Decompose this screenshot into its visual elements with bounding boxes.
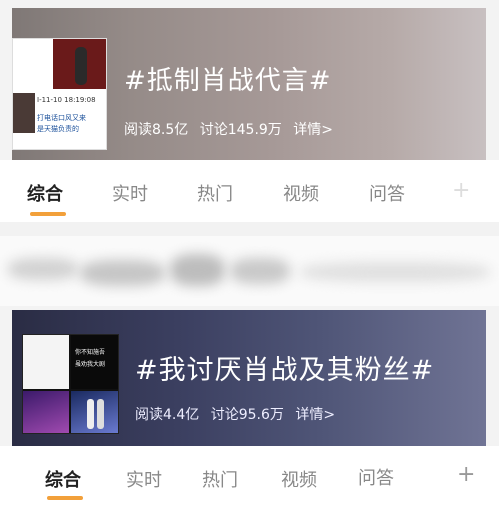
- details-link[interactable]: 详情>: [295, 407, 335, 423]
- tab-hot[interactable]: 热门: [197, 180, 233, 206]
- active-tab-indicator: [30, 212, 66, 216]
- discuss-count: 讨论95.6万: [210, 407, 284, 423]
- tab-video[interactable]: 视频: [281, 466, 317, 492]
- thumbnail-stage-2: [71, 391, 118, 433]
- tab-comprehensive[interactable]: 综合: [45, 466, 81, 492]
- tab-realtime[interactable]: 实时: [112, 180, 148, 206]
- topic-banner-2[interactable]: 你不知施吾 虽劝我大剧 #我讨厌肖战及其粉丝# 阅读4.4亿 讨论95.6万 详…: [12, 310, 486, 446]
- thumbnail-text-1: 你不知施吾: [75, 349, 106, 356]
- thumbnail-text-panel: 你不知施吾 虽劝我大剧: [71, 335, 118, 389]
- thumbnail-timestamp: I-11-10 18:19:08: [37, 96, 96, 104]
- thumbnail-chat: [23, 335, 69, 389]
- redacted-area: [0, 236, 499, 306]
- tab-hot[interactable]: 热门: [202, 466, 238, 492]
- thumbnail-text-1: 打电话口风又来: [37, 114, 86, 122]
- details-link[interactable]: 详情>: [293, 122, 333, 138]
- thumbnail-text-2: 是天猫负责的: [37, 125, 79, 133]
- topic-tabs-2: 综合 实时 热门 视频 问答 +: [0, 446, 499, 517]
- tab-comprehensive[interactable]: 综合: [27, 180, 63, 206]
- add-tab-icon[interactable]: +: [452, 178, 470, 203]
- add-tab-icon[interactable]: +: [457, 462, 475, 487]
- tab-realtime[interactable]: 实时: [126, 466, 162, 492]
- read-count: 阅读4.4亿: [135, 407, 200, 423]
- tab-qa[interactable]: 问答: [369, 180, 405, 206]
- thumbnail-text-2: 虽劝我大剧: [75, 361, 106, 368]
- tab-qa[interactable]: 问答: [358, 464, 394, 490]
- thumbnail-photo: [53, 39, 106, 89]
- topic-stats-1: 阅读8.5亿 讨论145.9万 详情>: [124, 119, 340, 139]
- topic-title-1: #抵制肖战代言#: [124, 66, 332, 96]
- topic-banner-1[interactable]: I-11-10 18:19:08 打电话口风又来 是天猫负责的 #抵制肖战代言#…: [12, 8, 486, 160]
- active-tab-indicator: [47, 496, 83, 500]
- section-divider: [0, 222, 499, 236]
- thumbnail-person: [13, 93, 35, 133]
- read-count: 阅读8.5亿: [124, 122, 189, 138]
- discuss-count: 讨论145.9万: [199, 122, 282, 138]
- topic-thumbnail-1[interactable]: I-11-10 18:19:08 打电话口风又来 是天猫负责的: [12, 38, 107, 150]
- thumbnail-stage-1: [23, 391, 69, 433]
- topic-thumbnail-2[interactable]: 你不知施吾 虽劝我大剧: [22, 334, 119, 434]
- topic-title-2: #我讨厌肖战及其粉丝#: [135, 355, 435, 386]
- topic-stats-2: 阅读4.4亿 讨论95.6万 详情>: [135, 404, 342, 424]
- topic-tabs-1: 综合 实时 热门 视频 问答 +: [0, 160, 499, 222]
- tab-video[interactable]: 视频: [283, 180, 319, 206]
